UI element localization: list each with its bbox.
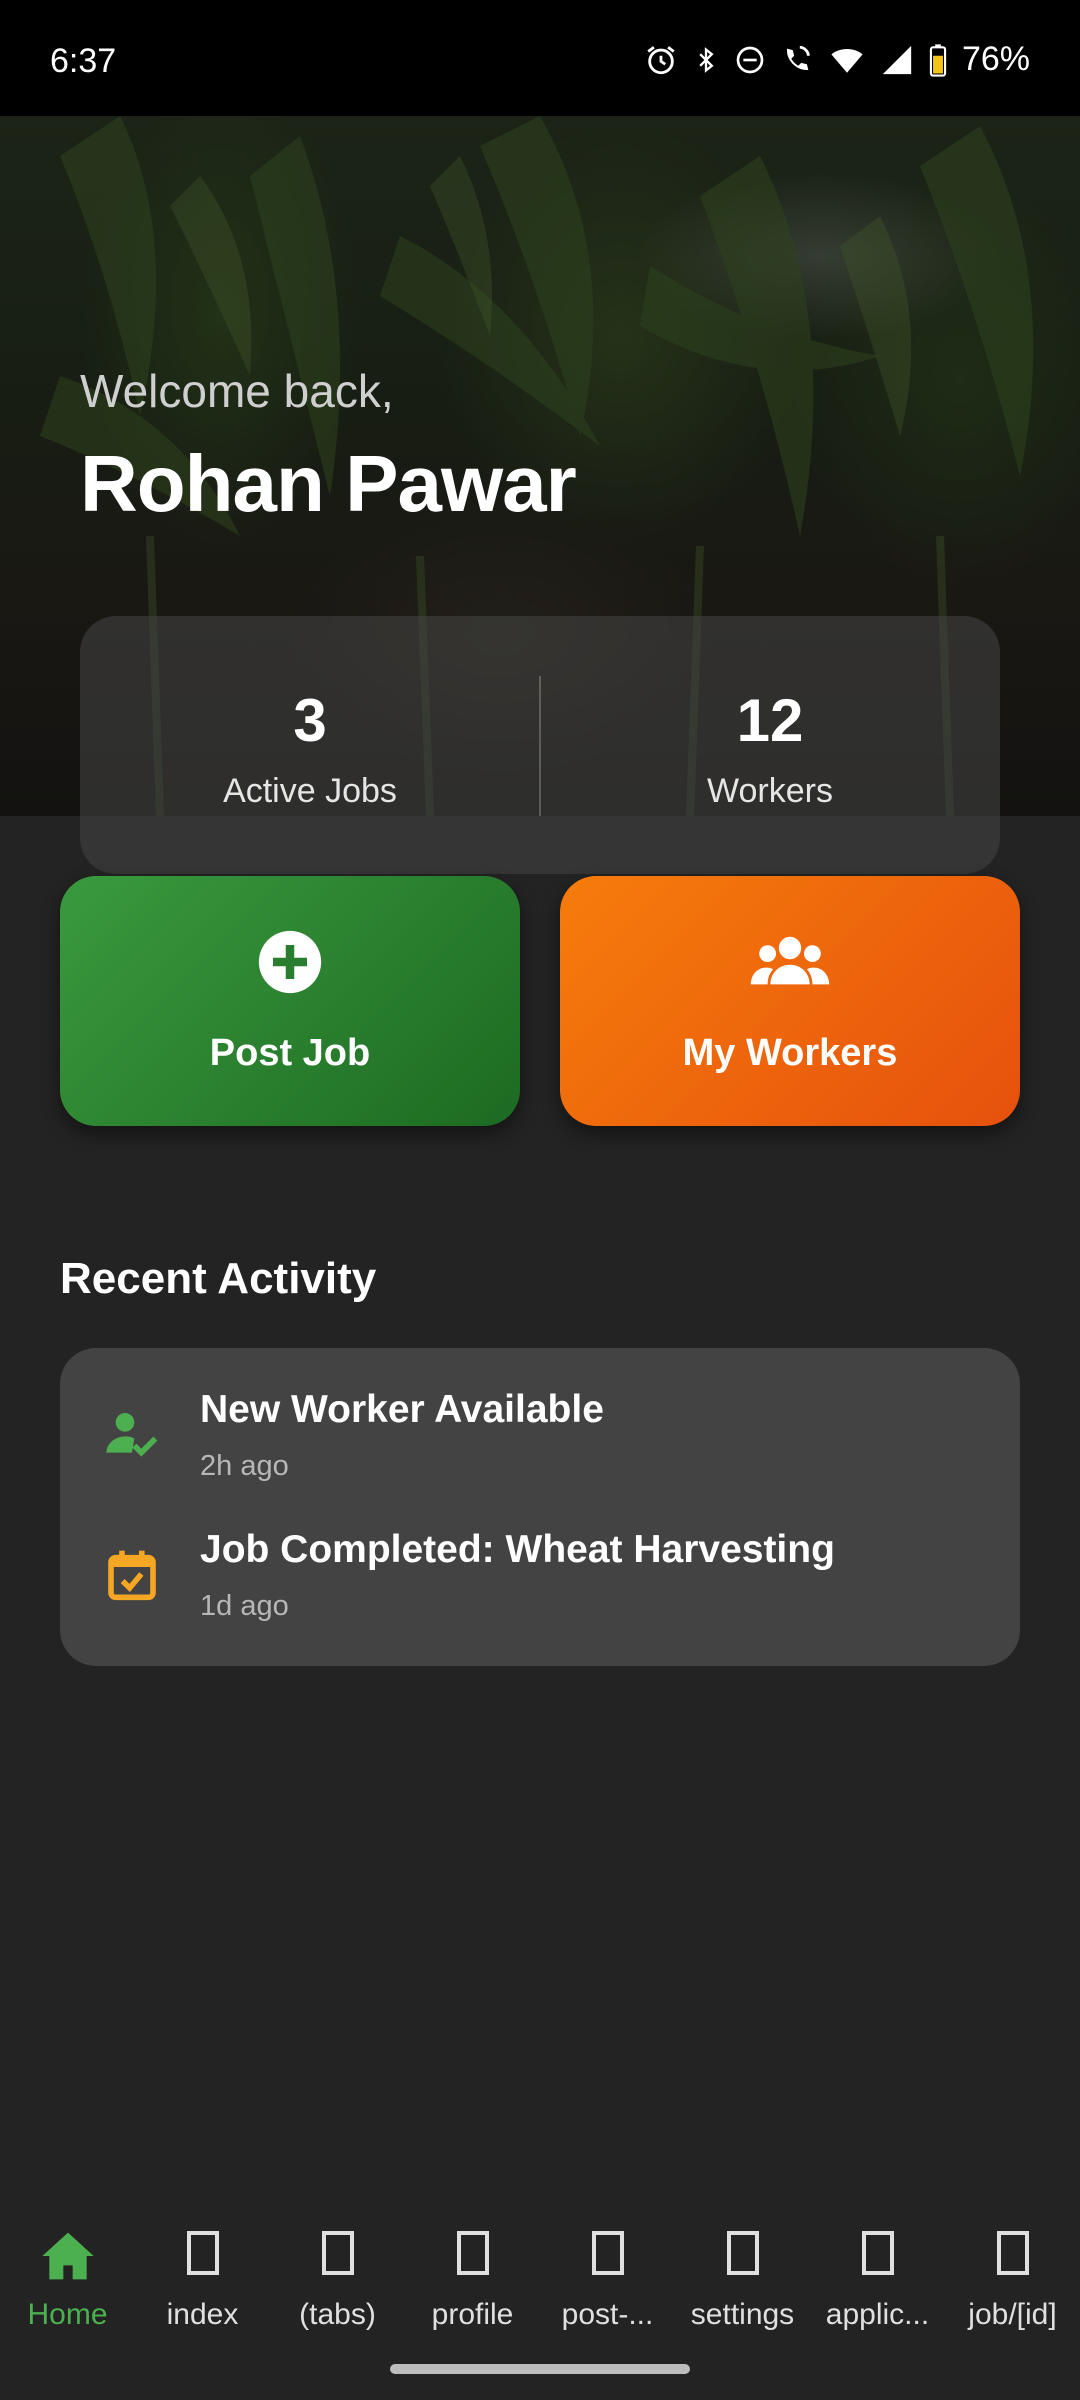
wifi-calling-icon xyxy=(786,45,810,70)
status-icons: 76% xyxy=(644,40,1030,79)
post-job-button[interactable]: Post Job xyxy=(60,876,520,1126)
placeholder-icon xyxy=(996,2231,1029,2275)
status-time: 6:37 xyxy=(50,42,117,80)
nav-label: (tabs) xyxy=(299,2298,376,2331)
placeholder-icon xyxy=(321,2231,354,2275)
wifi-icon xyxy=(831,48,863,73)
post-job-label: Post Job xyxy=(209,1032,371,1074)
alarm-icon xyxy=(647,45,675,74)
nav-item-settings[interactable]: settings xyxy=(675,2200,810,2340)
recent-activity-card: New Worker Available 2h ago Job Complete… xyxy=(60,1348,1020,1666)
placeholder-icon xyxy=(726,2231,759,2275)
calendar-check-icon xyxy=(108,1550,156,1601)
status-bar: 6:37 76% xyxy=(0,0,1080,116)
nav-label: index xyxy=(166,2298,239,2331)
nav-item-post[interactable]: post-... xyxy=(540,2200,675,2340)
nav-item-tabs[interactable]: (tabs) xyxy=(270,2200,405,2340)
placeholder-icon xyxy=(456,2231,489,2275)
activity-item[interactable]: New Worker Available 2h ago xyxy=(60,1388,1020,1508)
welcome-text: Welcome back, xyxy=(80,365,394,417)
home-icon xyxy=(41,2232,94,2280)
person-check-icon xyxy=(106,1413,158,1457)
activity-title: New Worker Available xyxy=(200,1388,604,1431)
nav-label: Home xyxy=(27,2298,108,2331)
nav-item-index[interactable]: index xyxy=(135,2200,270,2340)
activity-time: 2h ago xyxy=(200,1450,289,1482)
cellular-signal-icon xyxy=(882,45,912,74)
active-jobs-label: Active Jobs xyxy=(223,772,397,810)
my-workers-button[interactable]: My Workers xyxy=(560,876,1020,1126)
placeholder-icon xyxy=(186,2231,219,2275)
stat-active-jobs[interactable]: 3 Active Jobs xyxy=(80,616,540,816)
nav-item-applications[interactable]: applic... xyxy=(810,2200,945,2340)
do-not-disturb-icon xyxy=(736,46,764,73)
plus-circle-icon xyxy=(258,930,322,994)
home-indicator[interactable] xyxy=(390,2364,690,2374)
bottom-navigation: Home index (tabs) profile post-... setti… xyxy=(0,2200,1080,2340)
bluetooth-icon xyxy=(699,46,714,73)
battery-icon xyxy=(929,43,947,77)
recent-activity-title: Recent Activity xyxy=(60,1254,377,1303)
nav-item-profile[interactable]: profile xyxy=(405,2200,540,2340)
active-jobs-count: 3 xyxy=(293,687,327,754)
nav-item-job-id[interactable]: job/[id] xyxy=(945,2200,1080,2340)
nav-label: settings xyxy=(690,2298,795,2331)
stats-card: 3 Active Jobs 12 Workers xyxy=(80,616,1000,874)
activity-title: Job Completed: Wheat Harvesting xyxy=(200,1528,835,1571)
stat-workers[interactable]: 12 Workers xyxy=(540,616,1000,816)
placeholder-icon xyxy=(861,2231,894,2275)
user-name: Rohan Pawar xyxy=(80,439,577,528)
placeholder-icon xyxy=(591,2231,624,2275)
workers-label: Workers xyxy=(707,772,833,810)
group-icon xyxy=(750,936,830,985)
nav-label: job/[id] xyxy=(968,2298,1057,2331)
my-workers-label: My Workers xyxy=(682,1032,898,1074)
activity-item[interactable]: Job Completed: Wheat Harvesting 1d ago xyxy=(60,1528,1020,1648)
nav-item-home[interactable]: Home xyxy=(0,2200,135,2340)
nav-label: profile xyxy=(431,2298,514,2331)
workers-count: 12 xyxy=(736,687,804,754)
nav-label: post-... xyxy=(561,2298,654,2331)
activity-time: 1d ago xyxy=(200,1590,289,1622)
nav-label: applic... xyxy=(825,2298,930,2331)
battery-percent: 76% xyxy=(961,40,1030,78)
